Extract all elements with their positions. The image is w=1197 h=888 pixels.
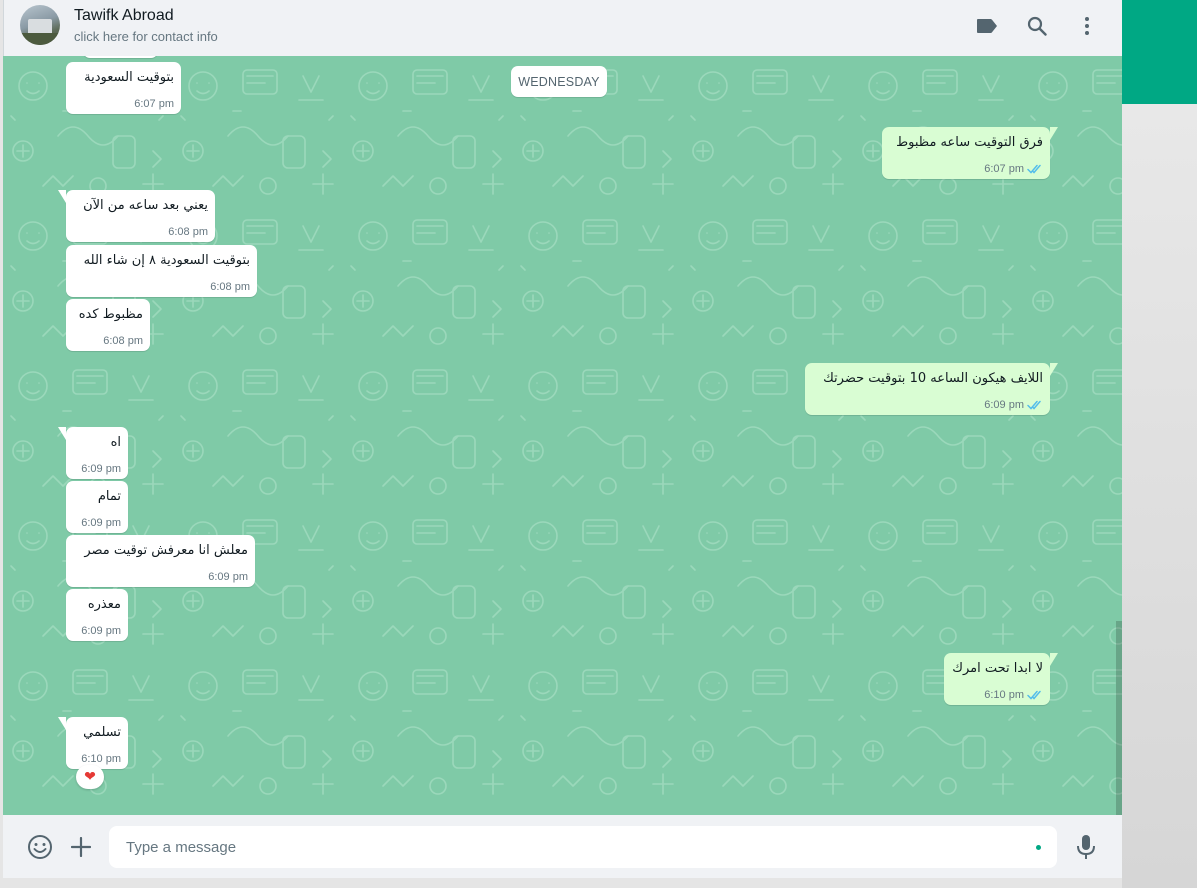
message-time: 6:09 pm xyxy=(984,399,1024,411)
message-text: بتوقيت السعودية xyxy=(84,70,174,85)
message-meta: 6:09 pm xyxy=(81,625,121,637)
avatar-ground xyxy=(20,33,60,45)
menu-icon[interactable] xyxy=(1075,14,1099,38)
chat-pane: Tawifk Abroad click here for contact inf… xyxy=(3,0,1122,878)
message-bubble-incoming[interactable]: تسلمي 6:10 pm xyxy=(58,717,128,769)
message-meta: 6:09 pm xyxy=(81,517,121,529)
message-time: 6:08 pm xyxy=(168,226,208,238)
avatar[interactable] xyxy=(20,5,60,45)
message-time: 6:10 pm xyxy=(984,689,1024,701)
message-meta: 6:10 pm xyxy=(81,753,121,765)
search-icon[interactable] xyxy=(1025,14,1049,38)
app-window: Tawifk Abroad click here for contact inf… xyxy=(0,0,1197,888)
message-time: 6:09 pm xyxy=(81,517,121,529)
message-time: 6:09 pm xyxy=(81,463,121,475)
message-time: 6:10 pm xyxy=(81,753,121,765)
side-background xyxy=(1122,0,1197,888)
attach-plus-icon[interactable] xyxy=(68,834,94,860)
message-text: لا ابدا تحت امرك xyxy=(952,661,1043,676)
message-bubble-incoming[interactable]: يعني بعد ساعه من الآن 6:08 pm xyxy=(58,190,215,242)
message-list[interactable]: WEDNESDAY بتوقيت السعودية 6:07 pm فرق ال… xyxy=(3,56,1122,815)
scrollbar-thumb[interactable] xyxy=(1116,621,1122,815)
message-meta: 6:08 pm xyxy=(103,335,143,347)
message-text: تسلمي xyxy=(83,725,121,740)
message-time: 6:09 pm xyxy=(81,625,121,637)
message-text: معذره xyxy=(87,597,121,612)
message-text: اللايف هيكون الساعه 10 بتوقيت حضرتك xyxy=(823,371,1043,386)
avatar-building xyxy=(28,19,52,33)
message-meta: 6:10 pm xyxy=(984,689,1043,701)
message-text: مظبوط كده xyxy=(78,307,143,322)
input-status-dot xyxy=(1036,845,1041,850)
message-bubble-incoming[interactable]: معذره 6:09 pm xyxy=(66,589,128,641)
message-text: اه xyxy=(110,435,121,450)
message-meta: 6:07 pm xyxy=(134,98,174,110)
chat-header[interactable]: Tawifk Abroad click here for contact inf… xyxy=(3,0,1122,56)
read-ticks-icon xyxy=(1027,164,1041,174)
message-time: 6:07 pm xyxy=(984,163,1024,175)
message-time: 6:08 pm xyxy=(103,335,143,347)
microphone-icon[interactable] xyxy=(1073,834,1099,860)
message-bubble-incoming[interactable]: بتوقيت السعودية ٨ إن شاء الله 6:08 pm xyxy=(66,245,257,297)
message-input[interactable] xyxy=(109,826,1057,868)
label-icon[interactable] xyxy=(975,14,999,38)
message-bubble-incoming[interactable]: مظبوط كده 6:08 pm xyxy=(66,299,150,351)
read-ticks-icon xyxy=(1027,690,1041,700)
message-bubble-outgoing[interactable]: اللايف هيكون الساعه 10 بتوقيت حضرتك 6:09… xyxy=(805,363,1058,415)
message-time: 6:09 pm xyxy=(208,571,248,583)
message-text: تمام xyxy=(97,489,121,504)
message-meta: 6:08 pm xyxy=(168,226,208,238)
message-meta: 6:09 pm xyxy=(208,571,248,583)
message-bubble-partial[interactable] xyxy=(83,56,158,58)
message-bubble-incoming[interactable]: بتوقيت السعودية 6:07 pm xyxy=(66,62,181,114)
message-time: 6:07 pm xyxy=(134,98,174,110)
composer-bar xyxy=(3,815,1122,878)
contact-name[interactable]: Tawifk Abroad xyxy=(74,7,174,25)
message-time: 6:08 pm xyxy=(210,281,250,293)
read-ticks-icon xyxy=(1027,400,1041,410)
message-text: بتوقيت السعودية ٨ إن شاء الله xyxy=(83,253,250,268)
message-bubble-outgoing[interactable]: فرق التوقيت ساعه مظبوط 6:07 pm xyxy=(882,127,1058,179)
message-meta: 6:07 pm xyxy=(984,163,1043,175)
contact-info-link[interactable]: click here for contact info xyxy=(74,29,218,44)
message-meta: 6:09 pm xyxy=(81,463,121,475)
message-bubble-incoming[interactable]: معلش انا معرفش توقيت مصر 6:09 pm xyxy=(66,535,255,587)
emoji-icon[interactable] xyxy=(27,834,53,860)
date-separator: WEDNESDAY xyxy=(511,66,607,97)
brand-strip xyxy=(1122,0,1197,104)
message-bubble-outgoing[interactable]: لا ابدا تحت امرك 6:10 pm xyxy=(944,653,1058,705)
message-bubble-incoming[interactable]: تمام 6:09 pm xyxy=(66,481,128,533)
message-bubble-incoming[interactable]: اه 6:09 pm xyxy=(58,427,128,479)
heart-reaction-icon[interactable]: ❤ xyxy=(76,765,104,789)
message-meta: 6:08 pm xyxy=(210,281,250,293)
message-text: يعني بعد ساعه من الآن xyxy=(83,198,208,213)
side-panel xyxy=(1122,104,1197,888)
message-text: فرق التوقيت ساعه مظبوط xyxy=(896,135,1043,150)
message-meta: 6:09 pm xyxy=(984,399,1043,411)
message-text: معلش انا معرفش توقيت مصر xyxy=(84,543,248,558)
